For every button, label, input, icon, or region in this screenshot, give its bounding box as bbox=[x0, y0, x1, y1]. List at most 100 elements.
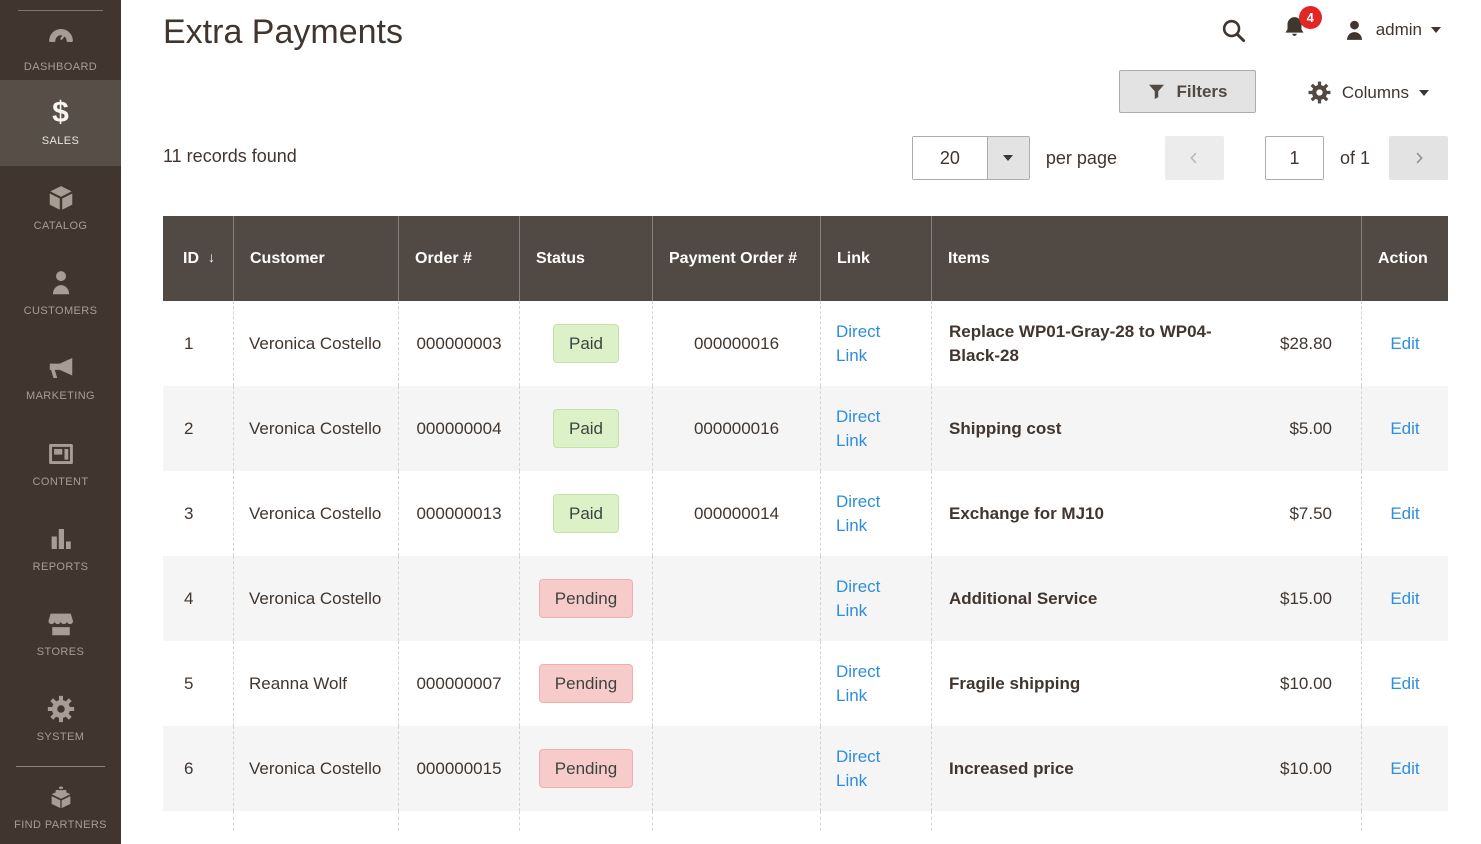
sidebar-item-stores[interactable]: STORES bbox=[0, 591, 121, 676]
table-row: 2 Veronica Costello 000000004 Paid 00000… bbox=[163, 386, 1448, 471]
edit-link[interactable]: Edit bbox=[1390, 502, 1419, 526]
chevron-down-icon bbox=[1419, 89, 1429, 96]
sidebar-item-dashboard[interactable]: DASHBOARD bbox=[0, 11, 121, 80]
column-header-action[interactable]: Action bbox=[1361, 216, 1448, 301]
cell-id: 4 bbox=[184, 588, 194, 608]
pagination-controls: 20 per page of 1 bbox=[911, 136, 1448, 180]
cell-payment-order: 000000016 bbox=[652, 386, 820, 471]
column-header-order[interactable]: Order # bbox=[398, 216, 519, 301]
column-header-customer[interactable]: Customer bbox=[233, 216, 398, 301]
cell-status: Pending bbox=[519, 641, 652, 726]
edit-link[interactable]: Edit bbox=[1390, 332, 1419, 356]
layout-icon bbox=[46, 439, 76, 469]
sidebar-item-system[interactable]: SYSTEM bbox=[0, 677, 121, 762]
direct-link[interactable]: Direct Link bbox=[836, 660, 893, 708]
column-header-payment-order[interactable]: Payment Order # bbox=[652, 216, 820, 301]
column-header-link[interactable]: Link bbox=[820, 216, 931, 301]
sidebar-item-content[interactable]: CONTENT bbox=[0, 421, 121, 506]
status-badge: Paid bbox=[552, 408, 620, 449]
direct-link[interactable]: Direct Link bbox=[836, 405, 893, 453]
admin-username: admin bbox=[1375, 20, 1422, 39]
item-price: $10.00 bbox=[1280, 758, 1332, 778]
column-header-items[interactable]: Items bbox=[931, 216, 1361, 301]
previous-page-button[interactable] bbox=[1164, 136, 1224, 180]
speedometer-icon bbox=[46, 24, 76, 54]
direct-link[interactable]: Direct Link bbox=[836, 490, 893, 538]
cell-id: 5 bbox=[184, 673, 194, 693]
sidebar-item-label: STORES bbox=[36, 645, 85, 658]
cell-status: Pending bbox=[519, 556, 652, 641]
cell-link: Direct Link bbox=[820, 301, 931, 386]
chevron-down-icon bbox=[1431, 27, 1441, 33]
cell-order: 000000004 bbox=[398, 386, 519, 471]
next-page-button[interactable] bbox=[1389, 136, 1448, 180]
megaphone-icon bbox=[46, 353, 76, 383]
cell-link: Direct Link bbox=[820, 471, 931, 556]
item-description: Shipping cost bbox=[949, 418, 1062, 438]
admin-menu[interactable]: admin bbox=[1342, 18, 1441, 43]
cell-action: Edit bbox=[1361, 556, 1448, 641]
person-icon bbox=[46, 268, 76, 298]
per-page-label: per page bbox=[1045, 147, 1117, 168]
sort-desc-icon: ↓ bbox=[208, 249, 215, 266]
status-badge: Pending bbox=[538, 663, 634, 704]
cell-customer: Veronica Costello bbox=[233, 386, 398, 471]
sidebar-item-label: SALES bbox=[41, 134, 80, 147]
item-price: $28.80 bbox=[1280, 333, 1332, 353]
user-avatar-icon bbox=[1346, 20, 1362, 40]
column-header-status[interactable]: Status bbox=[519, 216, 652, 301]
bar-chart-icon bbox=[46, 524, 76, 554]
column-header-id[interactable]: ID ↓ bbox=[163, 216, 233, 301]
page-title: Extra Payments bbox=[163, 13, 403, 51]
page-number-input[interactable] bbox=[1264, 136, 1324, 180]
cell-customer: Veronica Costello bbox=[233, 471, 398, 556]
cell-items: Exchange for MJ10 $7.50 bbox=[931, 471, 1361, 556]
per-page-value: 20 bbox=[912, 137, 987, 179]
sidebar-item-sales[interactable]: $ SALES bbox=[0, 80, 121, 166]
table-row-partial bbox=[163, 811, 1448, 831]
item-description: Increased price bbox=[949, 758, 1074, 778]
sidebar-item-customers[interactable]: CUSTOMERS bbox=[0, 251, 121, 336]
per-page-select[interactable]: 20 bbox=[911, 136, 1030, 180]
cell-link: Direct Link bbox=[820, 726, 931, 811]
edit-link[interactable]: Edit bbox=[1390, 757, 1419, 781]
sidebar-item-label: CONTENT bbox=[32, 475, 89, 488]
sidebar-item-marketing[interactable]: MARKETING bbox=[0, 336, 121, 421]
edit-link[interactable]: Edit bbox=[1390, 587, 1419, 611]
cell-payment-order: 000000014 bbox=[652, 471, 820, 556]
direct-link[interactable]: Direct Link bbox=[836, 745, 893, 793]
sidebar: DASHBOARD $ SALES CATALOG CUSTOMERS MARK… bbox=[0, 0, 121, 844]
table-header-row: ID ↓ Customer Order # Status Payment Orde… bbox=[163, 216, 1448, 301]
search-icon[interactable] bbox=[1220, 17, 1247, 44]
cell-order: 000000003 bbox=[398, 301, 519, 386]
page-header: Extra Payments 4 admin bbox=[121, 0, 1481, 64]
cell-action: Edit bbox=[1361, 301, 1448, 386]
cell-action: Edit bbox=[1361, 386, 1448, 471]
gear-icon bbox=[1308, 81, 1331, 104]
sidebar-item-catalog[interactable]: CATALOG bbox=[0, 166, 121, 251]
columns-label: Columns bbox=[1341, 82, 1409, 102]
item-description: Additional Service bbox=[949, 588, 1098, 608]
edit-link[interactable]: Edit bbox=[1390, 672, 1419, 696]
sidebar-item-find-partners[interactable]: FIND PARTNERS bbox=[0, 771, 121, 844]
cell-order bbox=[398, 556, 519, 641]
edit-link[interactable]: Edit bbox=[1390, 417, 1419, 441]
gear-icon bbox=[46, 694, 76, 724]
sidebar-item-label: SYSTEM bbox=[36, 731, 85, 744]
item-price: $7.50 bbox=[1289, 503, 1332, 523]
table-row: 6 Veronica Costello 000000015 Pending Di… bbox=[163, 726, 1448, 811]
cell-order: 000000013 bbox=[398, 471, 519, 556]
cell-link: Direct Link bbox=[820, 386, 931, 471]
direct-link[interactable]: Direct Link bbox=[836, 575, 893, 623]
direct-link[interactable]: Direct Link bbox=[836, 320, 893, 368]
per-page-dropdown-button[interactable] bbox=[986, 137, 1029, 179]
cell-id: 2 bbox=[184, 418, 194, 438]
sidebar-item-label: CATALOG bbox=[33, 220, 88, 233]
cell-id: 3 bbox=[184, 503, 194, 523]
filters-label: Filters bbox=[1176, 81, 1228, 101]
filters-button[interactable]: Filters bbox=[1119, 70, 1256, 113]
sidebar-item-reports[interactable]: REPORTS bbox=[0, 506, 121, 591]
columns-control[interactable]: Columns bbox=[1307, 80, 1429, 105]
sidebar-item-label: MARKETING bbox=[26, 390, 95, 403]
notifications-bell-icon[interactable]: 4 bbox=[1281, 6, 1322, 46]
